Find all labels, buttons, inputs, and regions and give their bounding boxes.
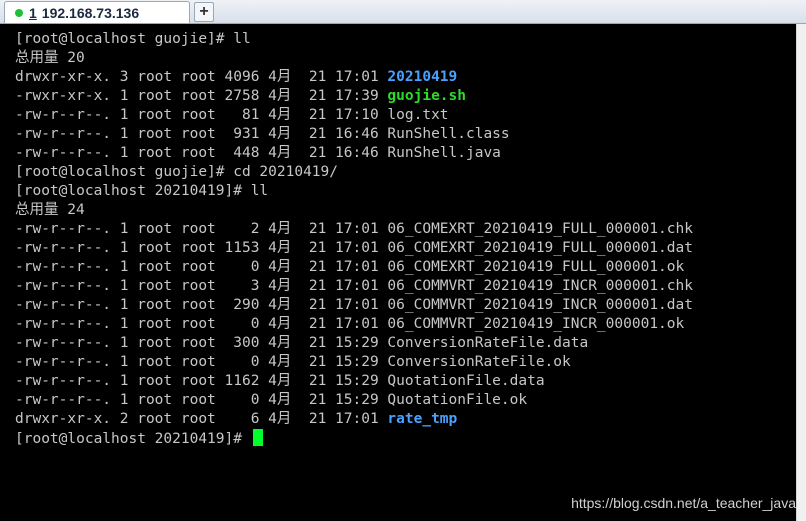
terminal-line-text: [root@localhost 20210419]# ll <box>15 183 269 199</box>
tab-bar: 1 192.168.73.136 + <box>0 0 806 24</box>
file-name: 06_COMEXRT_20210419_FULL_000001.ok <box>387 259 685 275</box>
terminal-line: -rw-r--r--. 1 root root 0 4月 21 15:29 Qu… <box>15 391 796 410</box>
terminal-line: -rw-r--r--. 1 root root 81 4月 21 17:10 l… <box>15 106 796 125</box>
terminal-line-text: -rw-r--r--. 1 root root 0 4月 21 17:01 <box>15 259 388 275</box>
terminal-line-text: -rw-r--r--. 1 root root 931 4月 21 16:46 <box>15 126 388 142</box>
terminal-line-text: -rw-r--r--. 1 root root 0 4月 21 17:01 <box>15 316 388 332</box>
file-name: guojie.sh <box>387 88 466 104</box>
terminal-line: drwxr-xr-x. 2 root root 6 4月 21 17:01 ra… <box>15 410 796 429</box>
terminal-line-text: -rw-r--r--. 1 root root 1162 4月 21 15:29 <box>15 373 388 389</box>
terminal-line-text: -rw-r--r--. 1 root root 290 4月 21 17:01 <box>15 297 388 313</box>
watermark: https://blog.csdn.net/a_teacher_java <box>571 495 796 511</box>
terminal-line: drwxr-xr-x. 3 root root 4096 4月 21 17:01… <box>15 68 796 87</box>
terminal-cursor <box>252 429 263 446</box>
terminal-line-text: 总用量 20 <box>15 50 85 66</box>
terminal-line: -rw-r--r--. 1 root root 1153 4月 21 17:01… <box>15 239 796 258</box>
terminal-line-text: [root@localhost guojie]# ll <box>15 31 251 47</box>
session-tab[interactable]: 1 192.168.73.136 <box>4 1 190 23</box>
file-name: QuotationFile.data <box>387 373 545 389</box>
file-name: 06_COMEXRT_20210419_FULL_000001.chk <box>387 221 693 237</box>
vertical-scrollbar[interactable] <box>796 24 806 521</box>
terminal-line: 总用量 20 <box>15 49 796 68</box>
terminal-line: -rw-r--r--. 1 root root 1162 4月 21 15:29… <box>15 372 796 391</box>
terminal-line-text: -rw-r--r--. 1 root root 3 4月 21 17:01 <box>15 278 388 294</box>
terminal-line-text: -rw-r--r--. 1 root root 81 4月 21 17:10 <box>15 107 388 123</box>
terminal-line-text: 总用量 24 <box>15 202 85 218</box>
terminal-line: [root@localhost guojie]# ll <box>15 30 796 49</box>
terminal-output[interactable]: [root@localhost guojie]# ll 总用量 20 drwxr-x… <box>0 24 796 521</box>
terminal-line-text: drwxr-xr-x. 3 root root 4096 4月 21 17:01 <box>15 69 388 85</box>
file-name: 06_COMEXRT_20210419_FULL_000001.dat <box>387 240 693 256</box>
terminal-line: -rw-r--r--. 1 root root 0 4月 21 15:29 Co… <box>15 353 796 372</box>
file-name: QuotationFile.ok <box>387 392 528 408</box>
file-name: 06_COMMVRT_20210419_INCR_000001.chk <box>387 278 693 294</box>
file-name: ConversionRateFile.data <box>387 335 589 351</box>
terminal-line: -rw-r--r--. 1 root root 0 4月 21 17:01 06… <box>15 258 796 277</box>
terminal-line-text: [root@localhost 20210419]# <box>15 431 251 447</box>
tab-host: 192.168.73.136 <box>41 4 140 21</box>
terminal-line: [root@localhost guojie]# cd 20210419/ <box>15 163 796 182</box>
file-name: RunShell.java <box>387 145 501 161</box>
file-name: RunShell.class <box>387 126 510 142</box>
file-name: 06_COMMVRT_20210419_INCR_000001.dat <box>387 297 693 313</box>
terminal-line-text: -rw-r--r--. 1 root root 2 4月 21 17:01 <box>15 221 388 237</box>
terminal-line: [root@localhost 20210419]# ll <box>15 182 796 201</box>
terminal-line-text: -rw-r--r--. 1 root root 300 4月 21 15:29 <box>15 335 388 351</box>
terminal-line-text: -rw-r--r--. 1 root root 448 4月 21 16:46 <box>15 145 388 161</box>
terminal-line: -rw-r--r--. 1 root root 0 4月 21 17:01 06… <box>15 315 796 334</box>
terminal-line-text: drwxr-xr-x. 2 root root 6 4月 21 17:01 <box>15 411 388 427</box>
connection-status-icon <box>15 8 23 17</box>
terminal-line-text: -rw-r--r--. 1 root root 1153 4月 21 17:01 <box>15 240 388 256</box>
tab-number: 1 <box>29 4 37 21</box>
terminal-line: -rw-r--r--. 1 root root 448 4月 21 16:46 … <box>15 144 796 163</box>
terminal-line-text: [root@localhost guojie]# cd 20210419/ <box>15 164 339 180</box>
file-name: 20210419 <box>387 69 458 85</box>
terminal-line: 总用量 24 <box>15 201 796 220</box>
terminal-line-text: -rw-r--r--. 1 root root 0 4月 21 15:29 <box>15 392 388 408</box>
terminal-line: -rw-r--r--. 1 root root 300 4月 21 15:29 … <box>15 334 796 353</box>
file-name: log.txt <box>387 107 449 123</box>
terminal-line: -rw-r--r--. 1 root root 290 4月 21 17:01 … <box>15 296 796 315</box>
tab-title: 1 192.168.73.136 <box>29 5 139 21</box>
file-name: 06_COMMVRT_20210419_INCR_000001.ok <box>387 316 685 332</box>
terminal-line: [root@localhost 20210419]# <box>15 429 796 448</box>
file-name: ConversionRateFile.ok <box>387 354 571 370</box>
terminal-line: -rw-r--r--. 1 root root 931 4月 21 16:46 … <box>15 125 796 144</box>
file-name: rate_tmp <box>387 411 458 427</box>
terminal-line: -rw-r--r--. 1 root root 2 4月 21 17:01 06… <box>15 220 796 239</box>
terminal-line: -rw-r--r--. 1 root root 3 4月 21 17:01 06… <box>15 277 796 296</box>
new-tab-button[interactable]: + <box>194 2 214 22</box>
terminal-line-text: -rwxr-xr-x. 1 root root 2758 4月 21 17:39 <box>15 88 388 104</box>
terminal-line-text: -rw-r--r--. 1 root root 0 4月 21 15:29 <box>15 354 388 370</box>
terminal-line: -rwxr-xr-x. 1 root root 2758 4月 21 17:39… <box>15 87 796 106</box>
